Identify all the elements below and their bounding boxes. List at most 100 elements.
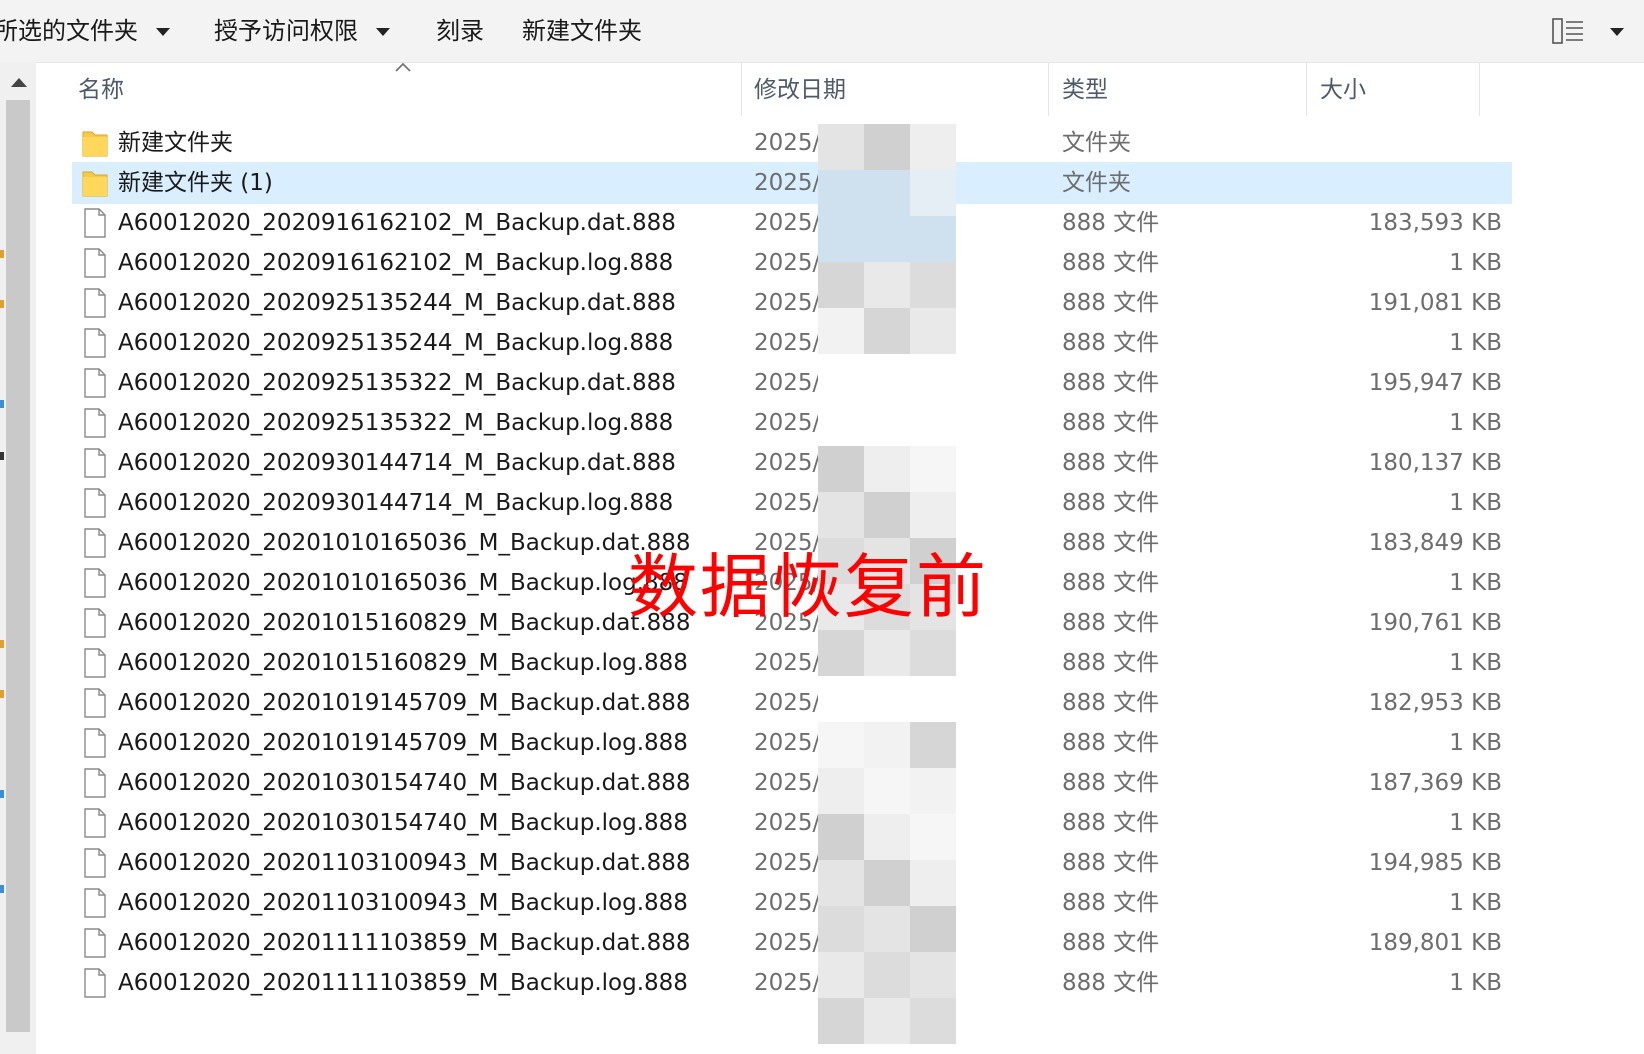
file-size: 195,947 KB: [1368, 370, 1502, 396]
mosaic-block: [864, 124, 910, 170]
folder-icon: [82, 171, 108, 197]
file-type: 888 文件: [1062, 810, 1160, 836]
file-size: 1 KB: [1449, 330, 1502, 356]
modified-date: 2025/: [754, 690, 821, 716]
file-type: 888 文件: [1062, 290, 1160, 316]
modified-date: 2025/: [754, 450, 821, 476]
nav-pane-edge-marker: [0, 690, 4, 698]
file-icon: [84, 968, 106, 998]
column-divider[interactable]: [1479, 62, 1480, 116]
file-icon: [84, 208, 106, 238]
mosaic-block: [818, 722, 864, 768]
column-divider[interactable]: [1048, 62, 1049, 116]
mosaic-block: [864, 998, 910, 1044]
file-icon: [84, 488, 106, 518]
file-icon: [84, 568, 106, 598]
file-type: 文件夹: [1062, 170, 1131, 196]
file-size: 1 KB: [1449, 570, 1502, 596]
file-icon: [84, 928, 106, 958]
mosaic-block: [910, 722, 956, 768]
burn-button[interactable]: 刻录: [436, 14, 484, 48]
file-row[interactable]: 新建文件夹 2025/文件夹: [72, 122, 1512, 164]
command-toolbar: 所选的文件夹 授予访问权限 刻录 新建文件夹: [0, 0, 1644, 63]
column-divider[interactable]: [1306, 62, 1307, 116]
mosaic-block: [910, 492, 956, 538]
file-size: 183,849 KB: [1368, 530, 1502, 556]
selected-folders-menu[interactable]: 所选的文件夹: [0, 14, 170, 48]
file-row[interactable]: A60012020_2020916162102_M_Backup.log.888…: [72, 242, 1512, 284]
scrollbar-thumb[interactable]: [6, 100, 30, 1032]
file-row[interactable]: A60012020_2020925135322_M_Backup.dat.888…: [72, 362, 1512, 404]
file-size: [1292, 122, 1502, 164]
column-header-date[interactable]: 修改日期: [754, 74, 846, 106]
file-row[interactable]: A60012020_20201019145709_M_Backup.dat.88…: [72, 682, 1512, 724]
view-options-chevron-icon[interactable]: [1610, 28, 1624, 36]
file-size: 180,137 KB: [1368, 450, 1502, 476]
file-size: 182,953 KB: [1368, 690, 1502, 716]
file-row[interactable]: A60012020_20201111103859_M_Backup.dat.88…: [72, 922, 1512, 964]
mosaic-block: [910, 216, 956, 262]
modified-date: 2025/: [754, 170, 821, 196]
mosaic-block: [864, 906, 910, 952]
file-name: A60012020_20201015160829_M_Backup.log.88…: [118, 650, 688, 676]
grant-access-menu[interactable]: 授予访问权限: [214, 14, 390, 48]
file-row[interactable]: A60012020_20201019145709_M_Backup.log.88…: [72, 722, 1512, 764]
file-size: 190,761 KB: [1368, 610, 1502, 636]
modified-date: 2025/: [754, 930, 821, 956]
file-type: 888 文件: [1062, 850, 1160, 876]
details-view-icon[interactable]: [1552, 18, 1584, 44]
mosaic-block: [864, 630, 910, 676]
file-type: 888 文件: [1062, 410, 1160, 436]
modified-date: 2025/: [754, 290, 821, 316]
modified-date: 2025/: [754, 250, 821, 276]
vertical-scrollbar[interactable]: [0, 62, 36, 1054]
new-folder-button[interactable]: 新建文件夹: [522, 14, 642, 48]
mosaic-block: [818, 354, 864, 400]
modified-date: 2025/: [754, 410, 821, 436]
file-row[interactable]: A60012020_2020930144714_M_Backup.dat.888…: [72, 442, 1512, 484]
file-row[interactable]: A60012020_20201103100943_M_Backup.dat.88…: [72, 842, 1512, 884]
nav-pane-edge-marker: [0, 790, 4, 798]
chevron-down-icon: [156, 28, 170, 36]
file-row[interactable]: A60012020_2020925135322_M_Backup.log.888…: [72, 402, 1512, 444]
file-row[interactable]: A60012020_20201103100943_M_Backup.log.88…: [72, 882, 1512, 924]
file-size: 183,593 KB: [1368, 210, 1502, 236]
file-icon: [84, 608, 106, 638]
file-size: 191,081 KB: [1368, 290, 1502, 316]
scroll-up-icon[interactable]: [11, 78, 27, 87]
file-row[interactable]: A60012020_2020925135244_M_Backup.log.888…: [72, 322, 1512, 364]
mosaic-block: [910, 170, 956, 216]
mosaic-block: [818, 124, 864, 170]
file-row[interactable]: A60012020_20201111103859_M_Backup.log.88…: [72, 962, 1512, 1004]
file-row[interactable]: A60012020_20201015160829_M_Backup.log.88…: [72, 642, 1512, 684]
modified-date: 2025/: [754, 770, 821, 796]
column-header-size[interactable]: 大小: [1320, 74, 1366, 106]
file-icon: [84, 288, 106, 318]
file-row[interactable]: A60012020_2020916162102_M_Backup.dat.888…: [72, 202, 1512, 244]
mosaic-block: [864, 354, 910, 400]
file-name: A60012020_20201103100943_M_Backup.dat.88…: [118, 850, 691, 876]
file-row[interactable]: A60012020_2020930144714_M_Backup.log.888…: [72, 482, 1512, 524]
modified-date: 2025/: [754, 370, 821, 396]
mosaic-block: [818, 492, 864, 538]
column-header-name[interactable]: 名称: [78, 74, 124, 106]
mosaic-block: [910, 998, 956, 1044]
file-type: 888 文件: [1062, 210, 1160, 236]
column-divider[interactable]: [741, 62, 742, 116]
file-name: 新建文件夹 (1): [118, 170, 273, 196]
file-type: 888 文件: [1062, 370, 1160, 396]
file-size: 1 KB: [1449, 650, 1502, 676]
modified-date: 2025/: [754, 730, 821, 756]
file-icon: [84, 888, 106, 918]
modified-date: 2025/: [754, 650, 821, 676]
file-row[interactable]: A60012020_20201030154740_M_Backup.log.88…: [72, 802, 1512, 844]
mosaic-block: [818, 768, 864, 814]
file-icon: [84, 368, 106, 398]
file-name: 新建文件夹: [118, 130, 233, 156]
file-type: 888 文件: [1062, 530, 1160, 556]
file-row[interactable]: 新建文件夹 (1) 2025/文件夹: [72, 162, 1512, 204]
file-row[interactable]: A60012020_20201030154740_M_Backup.dat.88…: [72, 762, 1512, 804]
file-row[interactable]: A60012020_2020925135244_M_Backup.dat.888…: [72, 282, 1512, 324]
column-header-type[interactable]: 类型: [1062, 74, 1108, 106]
file-type: 888 文件: [1062, 770, 1160, 796]
